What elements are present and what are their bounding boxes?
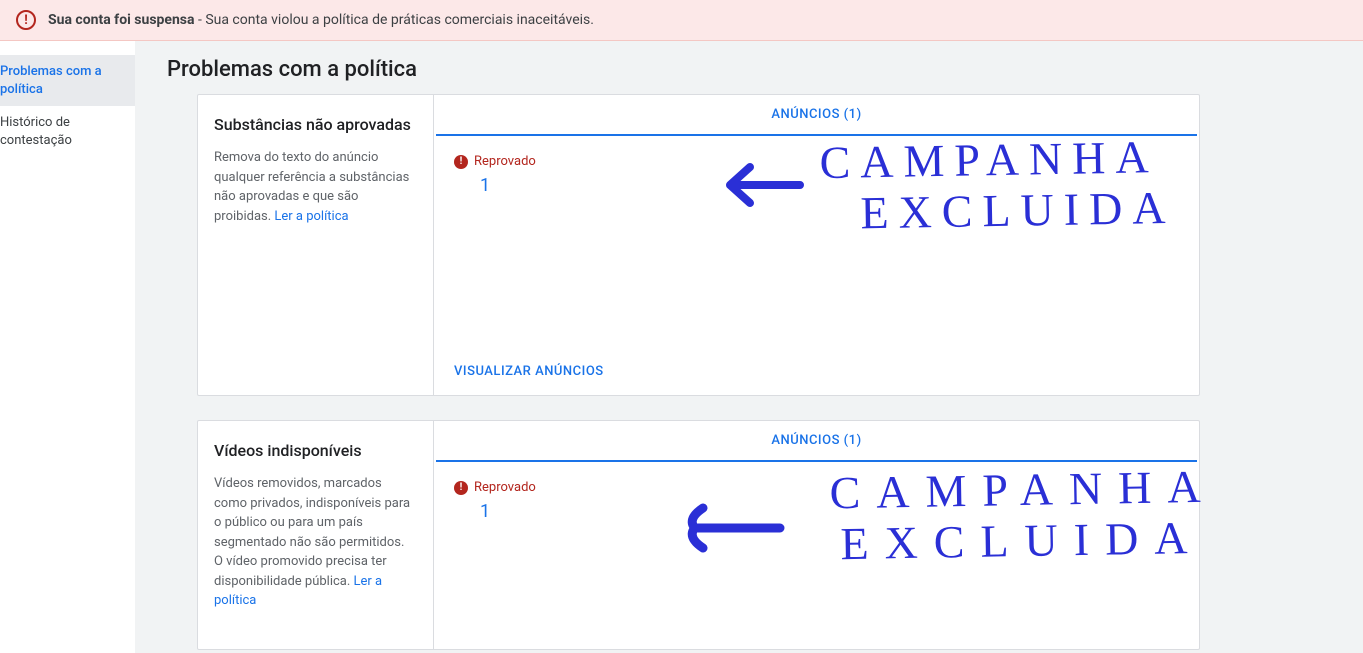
card-ads-panel: ANÚNCIOS (1) ! Reprovado 1	[433, 421, 1199, 649]
sidebar-item-label: Problemas com a política	[0, 64, 102, 97]
account-suspended-banner: ! Sua conta foi suspensa - Sua conta vio…	[0, 0, 1363, 41]
card-description: Vídeos indisponíveis Vídeos removidos, m…	[198, 421, 433, 649]
read-policy-link[interactable]: Ler a política	[274, 209, 348, 224]
card-description: Substâncias não aprovadas Remova do text…	[198, 95, 433, 395]
card-desc: Vídeos removidos, marcados como privados…	[214, 474, 415, 611]
status-label: Reprovado	[474, 480, 536, 495]
status-label: Reprovado	[474, 154, 536, 169]
status-count[interactable]: 1	[480, 501, 1179, 522]
card-desc: Remova do texto do anúncio qualquer refe…	[214, 148, 415, 226]
page-title: Problemas com a política	[155, 57, 1343, 82]
status-row: ! Reprovado	[454, 480, 1179, 495]
card-ads-panel: ANÚNCIOS (1) ! Reprovado 1 VISUALIZAR AN…	[433, 95, 1199, 395]
status-block: ! Reprovado 1	[434, 462, 1199, 532]
status-row: ! Reprovado	[454, 154, 1179, 169]
sidebar-item-appeal-history[interactable]: Histórico de contestação	[0, 106, 135, 157]
alert-separator: -	[194, 12, 205, 28]
error-icon: !	[454, 481, 468, 495]
status-count[interactable]: 1	[480, 175, 1179, 196]
view-ads-row: VISUALIZAR ANÚNCIOS	[434, 346, 1199, 395]
sidebar-item-label: Histórico de contestação	[0, 115, 72, 148]
policy-card-unavailable-videos: Vídeos indisponíveis Vídeos removidos, m…	[197, 420, 1200, 650]
view-ads-link[interactable]: VISUALIZAR ANÚNCIOS	[454, 364, 604, 379]
alert-title: Sua conta foi suspensa	[48, 12, 194, 28]
policy-card-unapproved-substances: Substâncias não aprovadas Remova do text…	[197, 94, 1200, 396]
tab-ads[interactable]: ANÚNCIOS (1)	[436, 95, 1197, 136]
main-content: Problemas com a política Substâncias não…	[135, 41, 1363, 653]
status-block: ! Reprovado 1	[434, 136, 1199, 206]
error-icon: !	[454, 155, 468, 169]
sidebar-item-policy-issues[interactable]: Problemas com a política	[0, 55, 135, 106]
card-title: Substâncias não aprovadas	[214, 115, 415, 134]
sidebar: Problemas com a política Histórico de co…	[0, 41, 135, 653]
tab-ads[interactable]: ANÚNCIOS (1)	[436, 421, 1197, 462]
alert-message: Sua conta violou a política de práticas …	[205, 12, 594, 28]
card-title: Vídeos indisponíveis	[214, 441, 415, 460]
alert-text: Sua conta foi suspensa - Sua conta violo…	[48, 12, 594, 28]
alert-icon: !	[16, 10, 36, 30]
